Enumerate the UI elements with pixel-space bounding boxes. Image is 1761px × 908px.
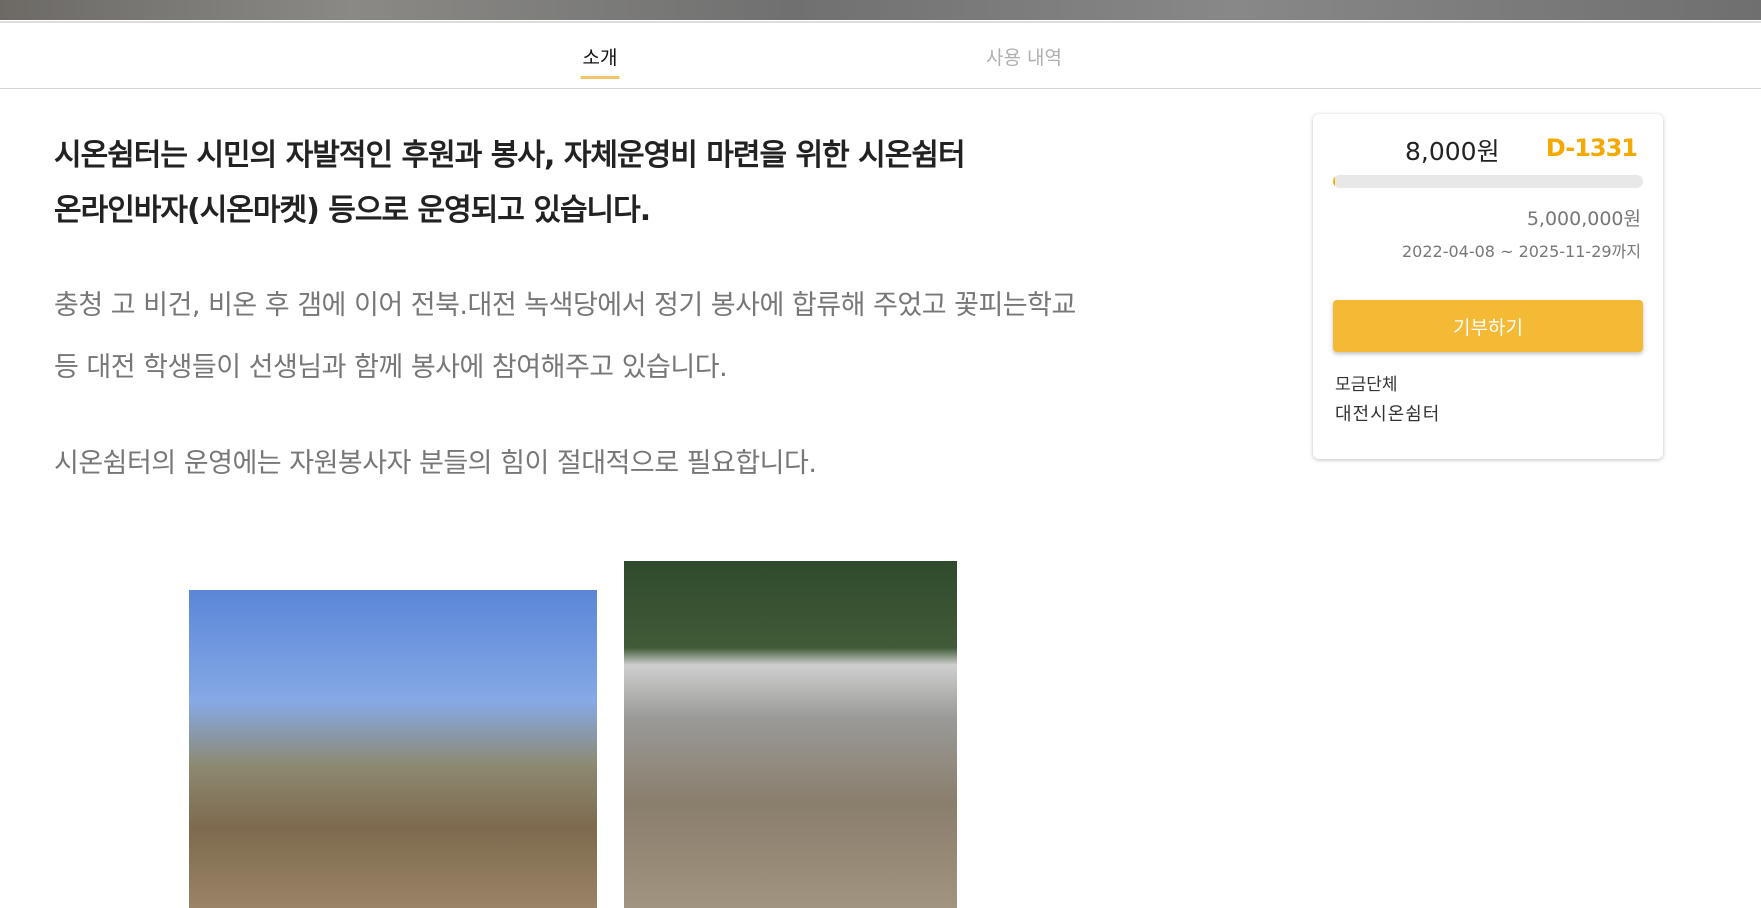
donation-card: 8,000원 D-1331 5,000,000원 2022-04-08 ~ 20… <box>1313 114 1663 459</box>
organization-label: 모금단체 <box>1335 375 1398 395</box>
shelter-volunteers-photo <box>624 561 957 908</box>
headline-line: 시온쉼터는 시민의 자발적인 후원과 봉사, 자체운영비 마련을 위한 시온쉼터 <box>54 138 966 173</box>
organization-name: 대전시온쉼터 <box>1335 404 1441 425</box>
d-day-badge: D-1331 <box>1545 134 1638 162</box>
progress-bar <box>1333 175 1643 188</box>
tab-bar: 소개 사용 내역 <box>0 21 1761 89</box>
intro-paragraph-line: 충청 고 비건, 비온 후 갬에 이어 전북.대전 녹색당에서 정기 봉사에 합… <box>54 290 1076 321</box>
goal-amount: 5,000,000원 <box>1526 208 1641 230</box>
progress-fill <box>1333 175 1335 188</box>
volunteer-group-photo <box>189 590 597 908</box>
tab-intro[interactable]: 소개 <box>580 43 620 79</box>
intro-paragraph-line: 등 대전 학생들이 선생님과 함께 봉사에 참여해주고 있습니다. <box>54 352 728 383</box>
hero-image-strip <box>0 0 1761 20</box>
raised-amount: 8,000원 <box>1405 137 1500 166</box>
campaign-period: 2022-04-08 ~ 2025-11-29까지 <box>1402 242 1641 261</box>
intro-paragraph: 시온쉼터의 운영에는 자원봉사자 분들의 힘이 절대적으로 필요합니다. <box>54 448 817 479</box>
donate-button[interactable]: 기부하기 <box>1333 300 1643 352</box>
headline-line: 온라인바자(시온마켓) 등으로 운영되고 있습니다. <box>54 193 651 228</box>
tab-usage-history[interactable]: 사용 내역 <box>986 43 1062 70</box>
intro-headline: 시온쉼터는 시민의 자발적인 후원과 봉사, 자체운영비 마련을 위한 시온쉼터… <box>54 128 1054 238</box>
